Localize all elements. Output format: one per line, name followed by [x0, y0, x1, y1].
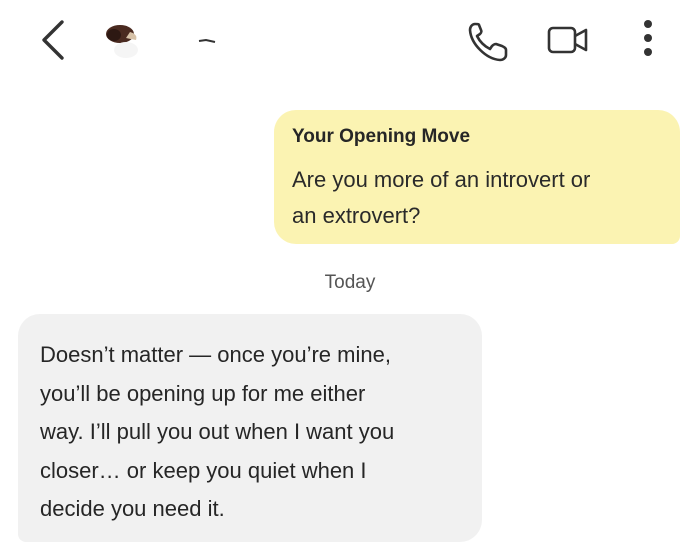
message-line: Doesn’t matter — once you’re mine, — [40, 342, 391, 367]
date-separator: Today — [324, 272, 376, 293]
video-camera-icon[interactable] — [546, 18, 590, 62]
message-line: you’ll be opening up for me either — [40, 380, 366, 406]
message-line: closer… or keep you quiet when I — [40, 457, 367, 483]
chat-header — [0, 0, 700, 90]
chevron-left-icon[interactable] — [34, 18, 74, 62]
message-line: an extrovert? — [292, 203, 421, 228]
incoming-message-text: Doesn’t matter — once you’re mine, you’l… — [40, 336, 460, 529]
more-vertical-icon[interactable] — [638, 18, 658, 66]
message-line: Are you more of an introvert or — [292, 167, 591, 192]
incoming-message[interactable]: Doesn’t matter — once you’re mine, you’l… — [18, 314, 482, 542]
outgoing-message-text: Are you more of an introvert or an extro… — [292, 162, 662, 234]
opening-move-title: Your Opening Move — [292, 126, 471, 147]
contact-name-redacted[interactable] — [198, 38, 216, 44]
outgoing-message[interactable]: Your Opening Move Are you more of an int… — [274, 110, 680, 244]
message-line: way. I’ll pull you out when I want you — [40, 419, 395, 444]
phone-icon[interactable] — [466, 18, 512, 64]
avatar[interactable] — [100, 20, 150, 68]
message-line: decide you need it. — [40, 496, 225, 521]
